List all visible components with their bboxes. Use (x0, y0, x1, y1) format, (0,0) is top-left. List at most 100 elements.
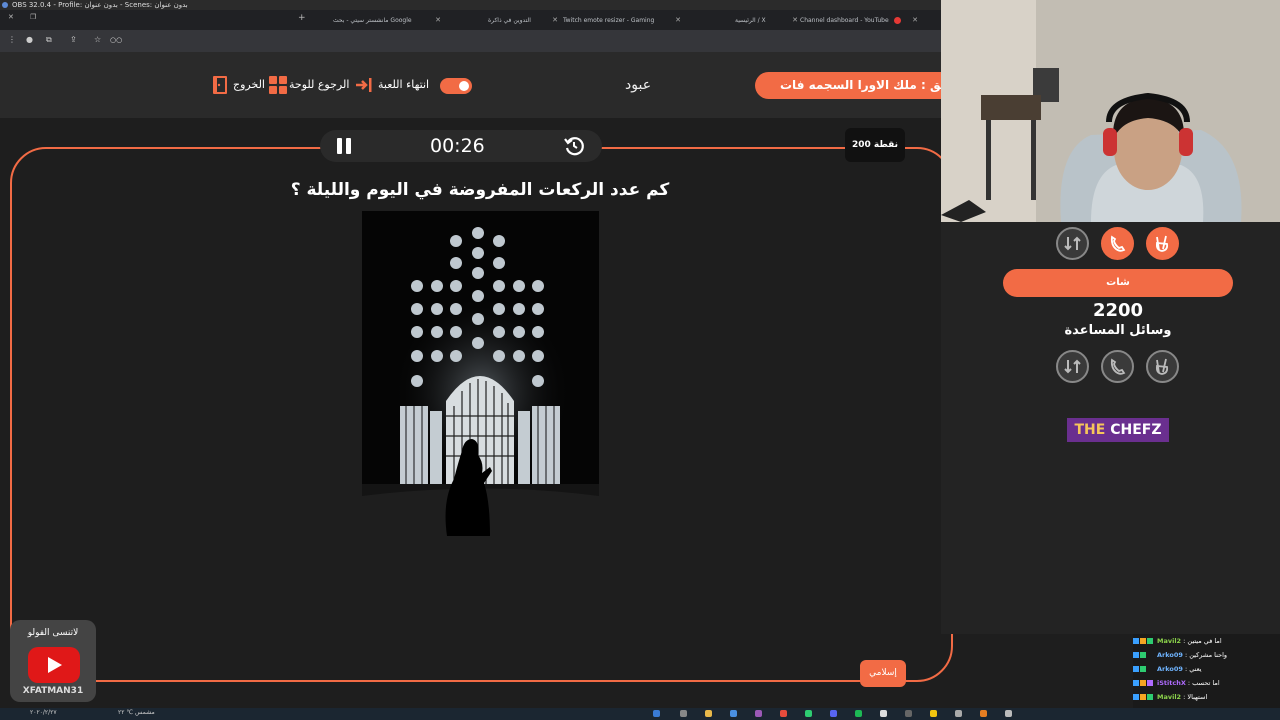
app-icon[interactable] (955, 710, 962, 717)
taskbar-date: ۲۰۲۰/۲/۲۷ (30, 709, 57, 716)
new-tab-icon[interactable]: + (298, 13, 306, 23)
double-answer-lifeline-team2[interactable] (1146, 350, 1179, 383)
exit-door-icon[interactable] (212, 76, 230, 94)
close-tab-icon[interactable]: ✕ (792, 13, 798, 28)
chat-badges (1133, 662, 1157, 676)
swap-question-lifeline-team2[interactable] (1056, 350, 1089, 383)
side-panel: شات 2200 وسائل المساعدة THE CHEFZ (941, 222, 1280, 634)
swap-icon (1064, 236, 1081, 251)
start-icon[interactable] (653, 710, 660, 717)
chat-user: iStitchX (1157, 679, 1186, 687)
share-icon[interactable]: ⇪ (70, 35, 77, 44)
tab-label: التدوين في ذاكرة (488, 17, 531, 24)
tab-label: مانشستر سيتي - بحث Google (333, 17, 412, 24)
menu-dots-icon[interactable]: ⋮ (8, 35, 16, 44)
chat-text: واحنا مشركين (1189, 651, 1228, 659)
swap-question-lifeline[interactable] (1056, 227, 1089, 260)
close-tab-icon[interactable]: ✕ (552, 13, 558, 28)
youtube-follow-card: لاتنسى الفولو XFATMAN31 (10, 620, 96, 702)
tab-google-search[interactable]: مانشستر سيتي - بحث Google ✕ (333, 13, 441, 28)
app-icon[interactable] (930, 710, 937, 717)
points-badge: 200 نقطة (845, 128, 905, 162)
file-explorer-icon[interactable] (705, 710, 712, 717)
app-icon[interactable] (905, 710, 912, 717)
follow-reminder: لاتنسى الفولو (27, 628, 79, 638)
chat-text: اما تحسب (1192, 679, 1220, 687)
tab-twitch-emote[interactable]: Twitch emote resizer - Gaming ✕ (563, 13, 681, 28)
tab-x-home[interactable]: الرئيسية / X ✕ (735, 13, 798, 28)
tab-label: Twitch emote resizer - Gaming (563, 17, 655, 24)
app-icon[interactable] (1005, 710, 1012, 717)
tab-label: Channel dashboard - YouTube (800, 17, 889, 24)
call-friend-lifeline[interactable] (1101, 227, 1134, 260)
double-answer-lifeline[interactable] (1146, 227, 1179, 260)
channel-handle: XFATMAN31 (22, 686, 84, 696)
close-tab-icon[interactable]: ✕ (435, 13, 441, 28)
mosque-prayer-illustration (362, 211, 599, 566)
team-name: فريق : ملك الاورا السجمه فات (755, 72, 961, 99)
end-game-toggle[interactable] (440, 78, 472, 94)
chat-user: Mavil2 (1157, 637, 1182, 645)
youtube-play-icon (28, 647, 80, 683)
translate-icon[interactable]: ⧉ (46, 35, 52, 45)
game-header: فريق : ملك الاورا السجمه فات عبود انتهاء… (0, 52, 961, 118)
obs-title-bar: OBS 32.0.4 - Profile: بدون عنوان - Scene… (0, 0, 941, 10)
chat-badges (1133, 634, 1157, 648)
chat-message: Mavil2 : اما في ميتين (1133, 634, 1280, 648)
peace-hand-icon (1155, 358, 1169, 375)
close-tab-icon[interactable]: ✕ (912, 13, 918, 28)
phone-icon (1110, 358, 1126, 375)
reset-timer-icon[interactable] (563, 135, 585, 157)
tab-label: الرئيسية / X (735, 17, 766, 24)
timer-bar: 00:26 (320, 130, 602, 162)
restore-window-icon[interactable]: ❐ (30, 13, 36, 21)
end-game-icon[interactable] (355, 76, 373, 94)
edge-icon[interactable] (730, 710, 737, 717)
exit-label[interactable]: الخروج (233, 78, 265, 91)
app-icon[interactable] (805, 710, 812, 717)
grid-icon[interactable] (269, 76, 287, 94)
browser-tab-strip: ✕ ❐ + Channel dashboard - YouTube ✕ الرئ… (0, 10, 941, 30)
webcam-feed (941, 0, 1280, 222)
discord-icon[interactable] (830, 710, 837, 717)
end-game-label[interactable]: انتهاء اللعبة (378, 78, 429, 91)
screen: OBS 32.0.4 - Profile: بدون عنوان - Scene… (0, 0, 1280, 720)
chrome-icon[interactable] (780, 710, 787, 717)
peace-hand-icon (1155, 235, 1169, 252)
bookmark-star-icon[interactable]: ☆ (94, 35, 101, 44)
question-text: كم عدد الركعات المفروضة في اليوم والليلة… (290, 180, 670, 200)
search-icon[interactable] (680, 710, 687, 717)
chat-user: Arko09 (1157, 665, 1183, 673)
obs-icon[interactable] (880, 710, 887, 717)
chat-user: Arko09 (1157, 651, 1183, 659)
tab-memory[interactable]: التدوين في ذاكرة ✕ (488, 13, 558, 28)
chat-message: iStitchX : اما تحسب (1133, 676, 1280, 690)
extension-icon[interactable]: ● (26, 35, 33, 44)
chat-text: يعني (1189, 665, 1202, 673)
youtube-icon (893, 17, 901, 24)
tab-youtube-dashboard[interactable]: Channel dashboard - YouTube ✕ (800, 13, 918, 28)
swap-icon (1064, 359, 1081, 374)
spotify-icon[interactable] (855, 710, 862, 717)
chat-text: استهبالا (1187, 693, 1208, 701)
obs-icon (2, 2, 8, 8)
taskbar: ۲۰۲۰/۲/۲۷ مشمس ℃ ۲۲ (0, 708, 1280, 720)
app-icon[interactable] (980, 710, 987, 717)
close-window-icon[interactable]: ✕ (8, 13, 14, 21)
address-bar: ⋮ ● ⧉ ⇪ ☆ ○○ (0, 30, 941, 52)
app-icon[interactable] (755, 710, 762, 717)
category-badge: إسلامي (860, 660, 906, 687)
question-image (362, 211, 599, 566)
call-friend-lifeline-team2[interactable] (1101, 350, 1134, 383)
chat-badges (1133, 690, 1157, 704)
taskbar-weather: مشمس ℃ ۲۲ (118, 709, 155, 716)
url-field[interactable]: ○○ (110, 36, 122, 44)
pause-icon[interactable] (336, 138, 352, 154)
sponsor-logo: THE CHEFZ (1067, 418, 1169, 442)
close-tab-icon[interactable]: ✕ (675, 13, 681, 28)
back-to-board-label[interactable]: الرجوع للوحة (289, 78, 349, 91)
chat-button[interactable]: شات (1003, 269, 1233, 297)
phone-icon (1110, 235, 1126, 252)
chat-user: Mavil2 (1157, 693, 1182, 701)
chat-badges (1133, 676, 1157, 690)
